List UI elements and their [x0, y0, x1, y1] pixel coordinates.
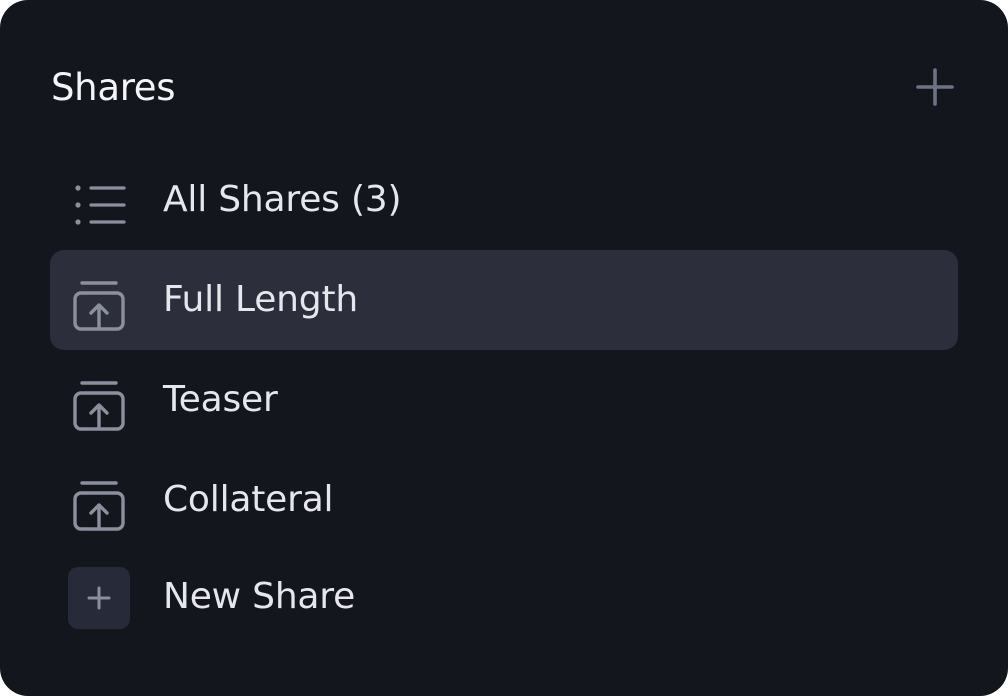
share-item-collateral[interactable]: Collateral	[50, 450, 958, 550]
shares-header: Shares	[51, 60, 957, 116]
share-upload-icon	[68, 275, 130, 337]
new-share-button[interactable]: New Share	[50, 550, 958, 650]
shares-panel: Shares All Shares (3) Full Length Teaser…	[0, 0, 1008, 696]
plus-icon	[916, 68, 954, 106]
share-item-teaser[interactable]: Teaser	[50, 350, 958, 450]
shares-list: All Shares (3) Full Length Teaser Collat…	[50, 150, 958, 650]
share-item-label: Teaser	[163, 379, 278, 420]
share-item-label: Collateral	[163, 479, 334, 520]
new-share-label: New Share	[163, 576, 356, 617]
share-upload-icon	[68, 475, 130, 537]
list-icon	[68, 175, 130, 237]
share-item-label: All Shares (3)	[163, 179, 402, 220]
add-share-button[interactable]	[913, 65, 957, 109]
share-item-label: Full Length	[163, 279, 358, 320]
plus-icon	[68, 567, 130, 629]
panel-title: Shares	[51, 66, 176, 109]
share-item-full-length[interactable]: Full Length	[50, 250, 958, 350]
share-upload-icon	[68, 375, 130, 437]
share-item-all-shares[interactable]: All Shares (3)	[50, 150, 958, 250]
